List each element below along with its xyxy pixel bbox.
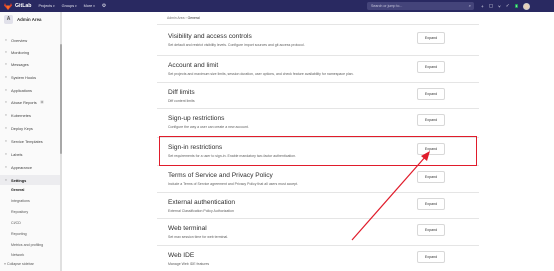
annotation-arrow [351,151,430,241]
